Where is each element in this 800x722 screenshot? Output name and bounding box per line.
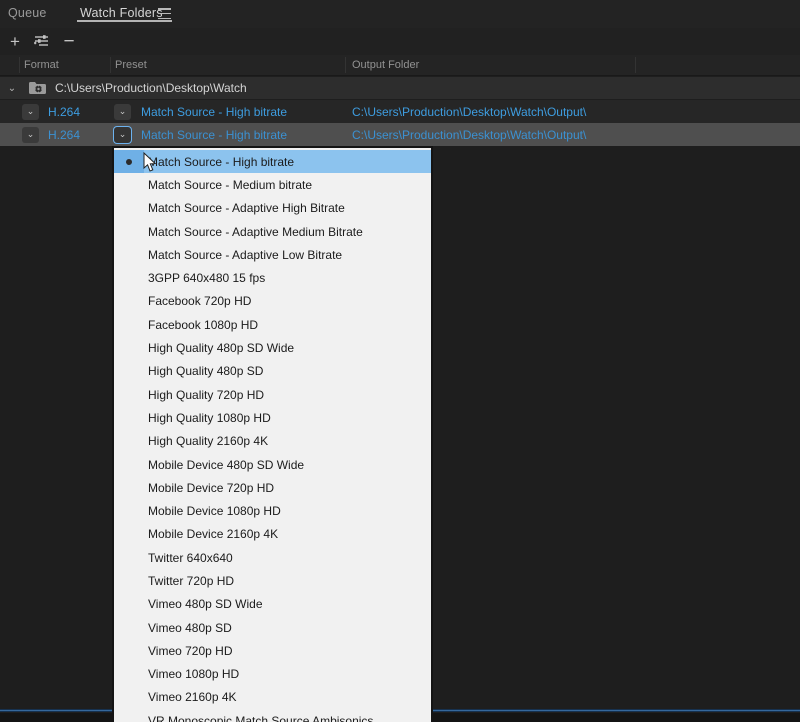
output-row[interactable]: ⌄ H.264 ⌄ Match Source - High bitrate C:… bbox=[0, 100, 800, 123]
preset-menu-item-label: Vimeo 480p SD Wide bbox=[144, 597, 263, 611]
preset-menu-item[interactable]: Twitter 640x640 bbox=[114, 546, 431, 569]
selected-bullet-icon bbox=[114, 150, 144, 173]
preset-menu-item-label: Mobile Device 1080p HD bbox=[144, 504, 281, 518]
preset-menu-item-label: Match Source - Medium bitrate bbox=[144, 178, 312, 192]
preset-menu-item-label: High Quality 1080p HD bbox=[144, 411, 271, 425]
panel-menu-icon[interactable] bbox=[158, 8, 171, 19]
preset-menu-item-label: Match Source - Adaptive Low Bitrate bbox=[144, 248, 342, 262]
preset-menu-item[interactable]: Vimeo 720p HD bbox=[114, 639, 431, 662]
output-row-selected[interactable]: ⌄ H.264 ⌄ Match Source - High bitrate C:… bbox=[0, 123, 800, 146]
preset-menu-item[interactable]: Match Source - Adaptive High Bitrate bbox=[114, 197, 431, 220]
column-header-row: Format Preset Output Folder bbox=[0, 55, 800, 76]
column-header-format[interactable]: Format bbox=[24, 59, 59, 71]
column-divider bbox=[635, 57, 636, 73]
preset-menu-item[interactable]: Facebook 720p HD bbox=[114, 290, 431, 313]
format-value[interactable]: H.264 bbox=[48, 128, 80, 142]
column-divider bbox=[110, 57, 111, 73]
preset-menu-item-label: Match Source - Adaptive High Bitrate bbox=[144, 201, 345, 215]
preset-settings-button[interactable] bbox=[28, 31, 54, 53]
preset-value[interactable]: Match Source - High bitrate bbox=[141, 105, 287, 119]
preset-menu-item[interactable]: Match Source - Adaptive Medium Bitrate bbox=[114, 220, 431, 243]
watch-folder-row[interactable]: ⌄ C:\Users\Production\Desktop\Watch bbox=[0, 77, 800, 99]
preset-menu-item-label: Facebook 720p HD bbox=[144, 294, 251, 308]
format-dropdown-button[interactable]: ⌄ bbox=[22, 104, 39, 120]
preset-dropdown-button[interactable]: ⌄ bbox=[114, 127, 131, 143]
preset-menu-item[interactable]: Match Source - Medium bitrate bbox=[114, 173, 431, 196]
preset-menu-item[interactable]: High Quality 1080p HD bbox=[114, 406, 431, 429]
tab-watch-folders[interactable]: Watch Folders bbox=[80, 6, 163, 20]
preset-menu-item-label: Match Source - High bitrate bbox=[144, 155, 294, 169]
preset-menu-item[interactable]: 3GPP 640x480 15 fps bbox=[114, 266, 431, 289]
format-dropdown-button[interactable]: ⌄ bbox=[22, 127, 39, 143]
preset-menu-item[interactable]: Facebook 1080p HD bbox=[114, 313, 431, 336]
preset-dropdown: Match Source - High bitrate Match Source … bbox=[112, 146, 433, 722]
output-folder-value[interactable]: C:\Users\Production\Desktop\Watch\Output… bbox=[352, 128, 586, 142]
preset-menu-item[interactable]: High Quality 2160p 4K bbox=[114, 430, 431, 453]
add-watch-folder-button[interactable]: + bbox=[2, 31, 28, 53]
preset-menu-item[interactable]: Match Source - High bitrate bbox=[114, 150, 431, 173]
preset-menu-item[interactable]: Mobile Device 720p HD bbox=[114, 476, 431, 499]
output-folder-value[interactable]: C:\Users\Production\Desktop\Watch\Output… bbox=[352, 105, 586, 119]
column-divider bbox=[345, 57, 346, 73]
preset-menu-item[interactable]: VR Monoscopic Match Source Ambisonics bbox=[114, 709, 431, 722]
remove-watch-folder-button[interactable]: − bbox=[56, 31, 82, 53]
active-tab-underline bbox=[77, 20, 172, 22]
preset-menu-item-label: 3GPP 640x480 15 fps bbox=[144, 271, 265, 285]
preset-menu-item[interactable]: Vimeo 2160p 4K bbox=[114, 686, 431, 709]
preset-menu-item[interactable]: Vimeo 480p SD bbox=[114, 616, 431, 639]
preset-menu-item-label: High Quality 2160p 4K bbox=[144, 434, 268, 448]
format-value[interactable]: H.264 bbox=[48, 105, 80, 119]
mouse-cursor bbox=[143, 152, 158, 173]
preset-value[interactable]: Match Source - High bitrate bbox=[141, 128, 287, 142]
column-header-output-folder[interactable]: Output Folder bbox=[352, 59, 419, 71]
sliders-icon bbox=[33, 34, 50, 49]
watch-folder-path: C:\Users\Production\Desktop\Watch bbox=[55, 81, 247, 95]
preset-menu-item-label: High Quality 720p HD bbox=[144, 388, 264, 402]
preset-dropdown-button[interactable]: ⌄ bbox=[114, 104, 131, 120]
column-header-preset[interactable]: Preset bbox=[115, 59, 147, 71]
preset-menu-item-label: Vimeo 1080p HD bbox=[144, 667, 239, 681]
preset-menu-item[interactable]: High Quality 480p SD Wide bbox=[114, 336, 431, 359]
column-divider bbox=[19, 57, 20, 73]
preset-menu-item-label: Vimeo 2160p 4K bbox=[144, 690, 237, 704]
preset-menu-item-label: Mobile Device 2160p 4K bbox=[144, 527, 278, 541]
preset-menu-item-label: High Quality 480p SD bbox=[144, 364, 263, 378]
preset-menu-item[interactable]: High Quality 480p SD bbox=[114, 360, 431, 383]
preset-menu-item[interactable]: Mobile Device 1080p HD bbox=[114, 499, 431, 522]
preset-menu-item-label: Twitter 720p HD bbox=[144, 574, 234, 588]
preset-menu-item[interactable]: High Quality 720p HD bbox=[114, 383, 431, 406]
watch-folders-toolbar: + − bbox=[0, 28, 800, 55]
preset-menu-item-label: High Quality 480p SD Wide bbox=[144, 341, 294, 355]
preset-menu-item-label: Mobile Device 480p SD Wide bbox=[144, 458, 304, 472]
preset-menu-item-label: Vimeo 480p SD bbox=[144, 621, 232, 635]
preset-menu-item-label: Vimeo 720p HD bbox=[144, 644, 233, 658]
preset-menu-item-label: Twitter 640x640 bbox=[144, 551, 233, 565]
preset-menu-item-label: Facebook 1080p HD bbox=[144, 318, 258, 332]
preset-menu-item[interactable]: Vimeo 1080p HD bbox=[114, 663, 431, 686]
tab-queue[interactable]: Queue bbox=[8, 6, 47, 20]
preset-menu-item-label: VR Monoscopic Match Source Ambisonics bbox=[144, 714, 373, 722]
preset-menu-item-label: Mobile Device 720p HD bbox=[144, 481, 274, 495]
preset-menu-item[interactable]: Mobile Device 2160p 4K bbox=[114, 523, 431, 546]
panel-tab-bar: Queue Watch Folders bbox=[0, 0, 800, 28]
preset-menu-item-label: Match Source - Adaptive Medium Bitrate bbox=[144, 225, 363, 239]
preset-menu-item[interactable]: Vimeo 480p SD Wide bbox=[114, 593, 431, 616]
preset-menu-item[interactable]: Mobile Device 480p SD Wide bbox=[114, 453, 431, 476]
preset-menu-item[interactable]: Twitter 720p HD bbox=[114, 569, 431, 592]
watch-folder-icon bbox=[28, 81, 47, 95]
preset-menu-item[interactable]: Match Source - Adaptive Low Bitrate bbox=[114, 243, 431, 266]
chevron-down-icon[interactable]: ⌄ bbox=[6, 82, 18, 94]
